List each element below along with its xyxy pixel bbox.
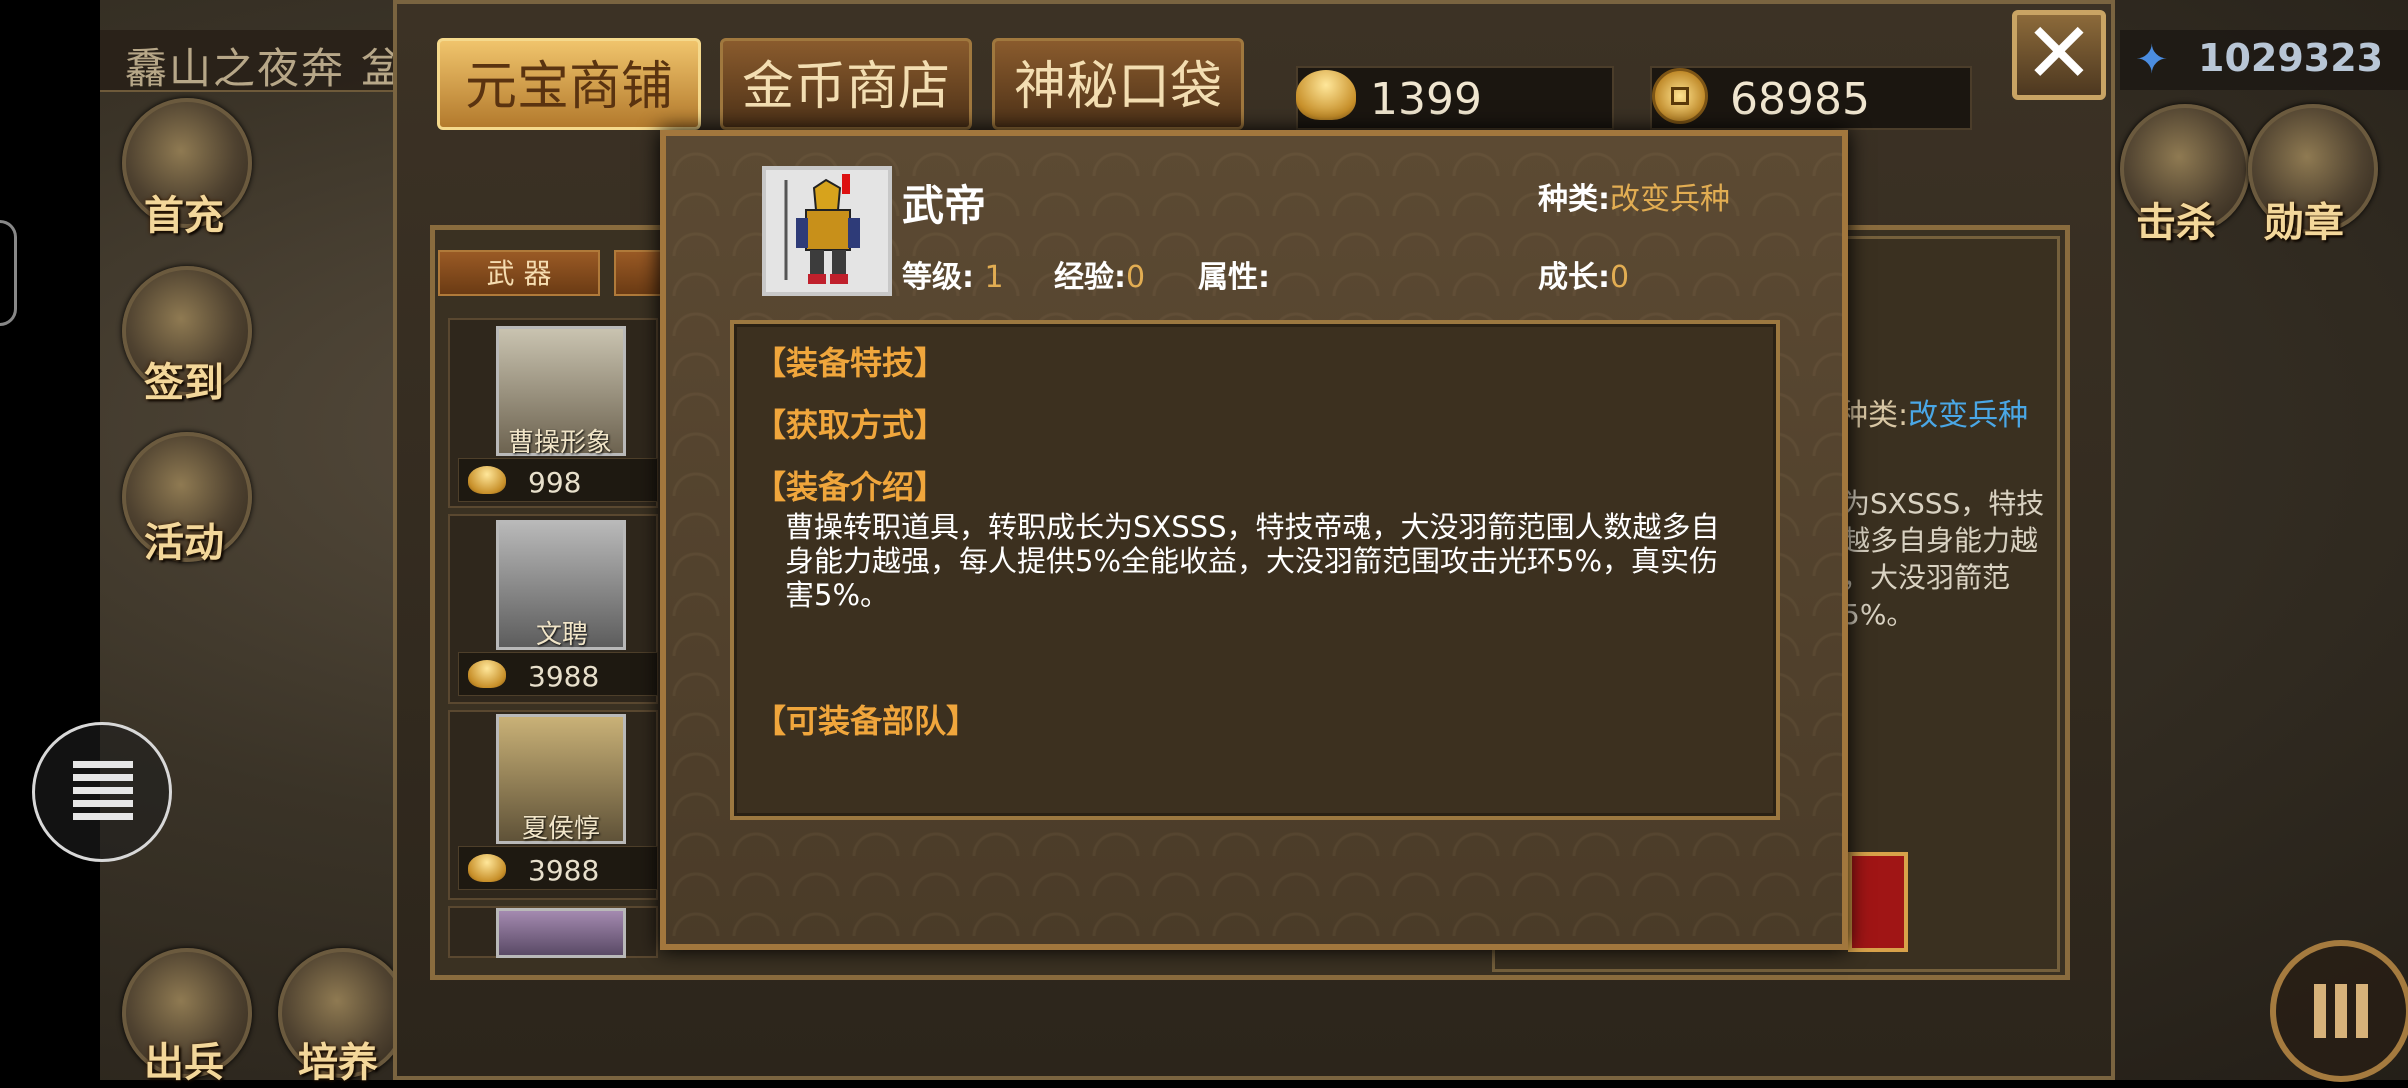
panel-type-label: 种类: [1838, 398, 1909, 433]
gold-coin-icon [1652, 68, 1708, 124]
more-button[interactable] [2270, 940, 2408, 1082]
first-charge-label: 首充 [144, 193, 224, 239]
detail-portrait [762, 166, 892, 296]
item-price: 3988 [528, 854, 600, 887]
activity-label: 活动 [144, 520, 224, 566]
detail-attribute-label: 属性: [1198, 260, 1270, 295]
panel-description: 为SXSSS，特技 越多自身能力越 ，大没羽箭范 5%。 [1842, 485, 2062, 633]
grid-bars-icon [2314, 984, 2368, 1038]
item-price: 998 [528, 466, 582, 499]
ingot-icon [468, 660, 506, 688]
warrior-sprite-icon [766, 170, 888, 292]
detail-level-label: 等级: [902, 260, 974, 295]
panel-desc-line: 越多自身能力越 [1842, 524, 2039, 557]
panel-type-value: 改变兵种 [1908, 398, 2029, 433]
kill-label: 击杀 [2136, 200, 2216, 246]
item-name: 文聘 [536, 620, 589, 650]
item-name: 曹操形象 [508, 428, 613, 458]
item-price: 3988 [528, 660, 600, 693]
detail-type: 种类:改变兵种 [1538, 174, 1730, 218]
detail-growth: 成长:0 [1538, 252, 1629, 296]
medal-label: 勋章 [2264, 200, 2344, 246]
item-name: 夏侯惇 [522, 814, 601, 844]
close-icon: ✕ [2023, 4, 2095, 102]
tab-gold-shop[interactable]: 金币商店 [720, 38, 972, 130]
section-equippable-units: 【可装备部队】 [754, 702, 979, 740]
section-equip-intro: 【装备介绍】 [754, 468, 947, 506]
detail-level: 等级: 1 [902, 252, 1004, 296]
buy-button[interactable] [1848, 852, 1908, 952]
ingot-balance: 1399 [1370, 74, 1482, 125]
detail-exp-value: 0 [1126, 260, 1146, 295]
detail-growth-value: 0 [1610, 260, 1630, 295]
tab-ingot-shop[interactable]: 元宝商铺 [437, 38, 701, 130]
panel-desc-line: ，大没羽箭范 [1842, 561, 2011, 594]
blue-crystal-icon: ✦ [2135, 37, 2169, 83]
detail-exp-label: 经验: [1054, 260, 1126, 295]
ingot-icon [468, 854, 506, 882]
dispatch-label: 出兵 [144, 1040, 224, 1086]
screen-left-edge [0, 0, 100, 1080]
detail-type-value: 改变兵种 [1610, 182, 1730, 217]
panel-desc-line: 5%。 [1842, 598, 1915, 631]
panel-type: 种类:改变兵种 [1838, 390, 2028, 434]
item-portrait [496, 908, 626, 958]
category-tab-weapon[interactable]: 武 器 [438, 250, 600, 296]
gold-balance: 68985 [1730, 74, 1870, 125]
edge-pull-tab[interactable] [0, 220, 17, 326]
close-button[interactable]: ✕ [2012, 10, 2106, 100]
tab-mystery-bag[interactable]: 神秘口袋 [992, 38, 1244, 130]
detail-item-name: 武帝 [902, 181, 987, 230]
equip-intro-text: 曹操转职道具，转职成长为SXSSS，特技帝魂，大没羽箭范围人数越多自身能力越强，… [785, 510, 1720, 612]
map-title: 馫山之夜奔 㿽 [125, 44, 405, 93]
detail-attribute: 属性: [1198, 252, 1270, 296]
detail-level-value: 1 [984, 260, 1004, 295]
detail-type-label: 种类: [1538, 182, 1610, 217]
detail-growth-label: 成长: [1538, 260, 1610, 295]
panel-desc-line: 为SXSSS，特技 [1842, 487, 2045, 520]
menu-icon [73, 761, 133, 821]
detail-exp: 经验:0 [1054, 252, 1145, 296]
sign-in-label: 签到 [144, 360, 224, 406]
train-label: 培养 [298, 1040, 378, 1086]
menu-button[interactable] [32, 722, 172, 862]
blue-currency-value: 1029323 [2198, 36, 2384, 80]
ingot-icon [468, 466, 506, 494]
ingot-icon [1296, 70, 1356, 120]
section-equip-skill: 【装备特技】 [754, 344, 947, 382]
section-obtain-method: 【获取方式】 [754, 406, 947, 444]
